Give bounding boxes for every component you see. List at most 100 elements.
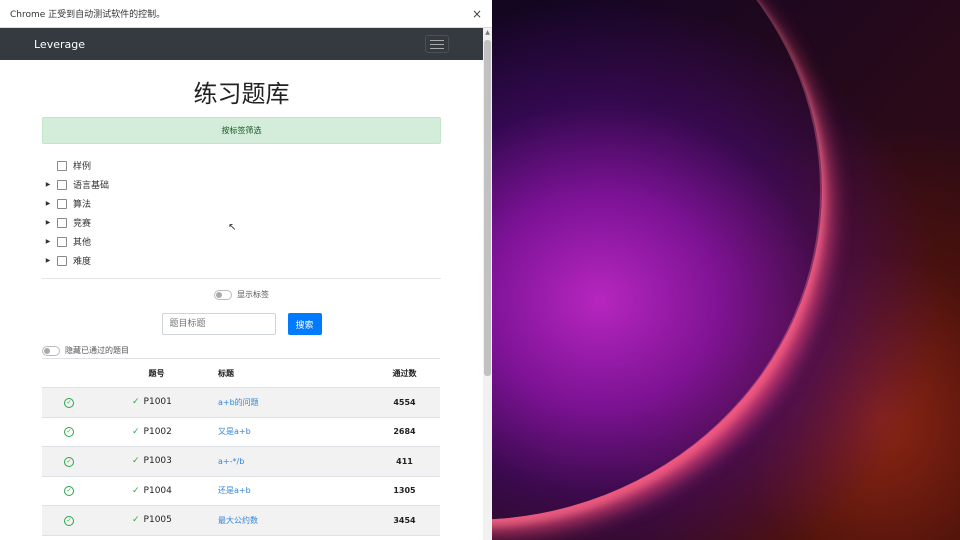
passed-count: 411	[369, 446, 440, 476]
tag-label: 其他	[73, 238, 92, 248]
automation-infobar: Chrome 正受到自动测试软件的控制。 ×	[0, 0, 492, 28]
problem-title-link[interactable]: a+b的问题	[218, 398, 259, 407]
browser-window: Chrome 正受到自动测试软件的控制。 × Leverage 练习题库 按标签…	[0, 0, 492, 540]
tag-item[interactable]: ▶ 算法	[42, 194, 441, 213]
title-cell: 又是a+b	[217, 416, 369, 447]
problem-table: 题号 标题 通过数 ✓ ✓ P1001 a+b的问题 4554 ✓ ✓ P1002 又是a+b 2…	[42, 358, 440, 540]
tag-item[interactable]: ▶ 难度	[42, 251, 441, 270]
caret-right-icon[interactable]: ▶	[42, 257, 54, 264]
table-row[interactable]: ✓ ✓ P1001 a+b的问题 4554	[42, 387, 440, 417]
search-row: 搜索	[42, 313, 441, 335]
title-cell: 最小公倍数	[217, 534, 369, 540]
number-cell: ✓ P1005	[96, 505, 217, 535]
tag-checkbox[interactable]	[57, 160, 67, 171]
search-input[interactable]	[161, 313, 276, 335]
show-tags-switch[interactable]	[214, 289, 232, 300]
passed-circle-check-icon: ✓	[64, 397, 74, 408]
tag-label: 样例	[73, 162, 92, 172]
header-status	[42, 358, 96, 388]
caret-right-icon[interactable]: ▶	[42, 181, 54, 188]
check-icon: ✓	[132, 515, 140, 526]
page-viewport: Leverage 练习题库 按标签筛选 样例 ▶ 语言基础 ▶ 算法 ▶ 竞赛 ▶ 其他 ▶ 难度 …	[0, 28, 483, 540]
passed-count: 2684	[369, 416, 440, 447]
passed-circle-check-icon: ✓	[64, 456, 74, 467]
tag-checkbox[interactable]	[57, 255, 67, 266]
table-row[interactable]: ✓ ✓ P1004 还是a+b 1305	[42, 475, 440, 506]
problem-number: P1005	[143, 515, 172, 526]
problem-number: P1002	[143, 426, 172, 437]
status-cell: ✓	[42, 416, 96, 447]
tag-label: 竞赛	[73, 219, 92, 229]
tag-checkbox[interactable]	[57, 217, 67, 228]
status-cell: ✓	[42, 534, 96, 540]
table-row[interactable]: ✓✓P1006最小公倍数2601	[42, 534, 440, 540]
tag-checkbox[interactable]	[57, 198, 67, 209]
tag-item[interactable]: ▶ 语言基础	[42, 175, 441, 194]
check-icon: ✓	[132, 485, 140, 496]
status-cell: ✓	[42, 387, 96, 417]
status-cell: ✓	[42, 446, 96, 476]
tag-item[interactable]: 样例	[42, 156, 441, 175]
problem-title-link[interactable]: 又是a+b	[218, 427, 251, 436]
title-cell: a+-*/b	[217, 446, 369, 476]
infobar-close-icon[interactable]: ×	[472, 7, 482, 21]
title-cell: 还是a+b	[217, 475, 369, 506]
passed-count: 4554	[369, 387, 440, 417]
table-row[interactable]: ✓ ✓ P1003 a+-*/b 411	[42, 446, 440, 476]
tag-item[interactable]: ▶ 其他	[42, 232, 441, 251]
hide-passed-switch[interactable]	[42, 345, 60, 356]
hide-passed-label: 隐藏已通过的题目	[65, 346, 129, 355]
tag-tree: 样例 ▶ 语言基础 ▶ 算法 ▶ 竞赛 ▶ 其他 ▶ 难度	[42, 156, 441, 279]
page-title: 练习题库	[193, 80, 290, 108]
number-cell: ✓ P1001	[96, 387, 217, 417]
header-number: 题号	[96, 358, 217, 388]
tag-item[interactable]: ▶ 竞赛	[42, 213, 441, 232]
navbar-brand[interactable]: Leverage	[34, 38, 85, 51]
tag-checkbox[interactable]	[57, 179, 67, 190]
number-cell: ✓P1006	[96, 534, 217, 540]
infobar-message: Chrome 正受到自动测试软件的控制。	[10, 10, 166, 20]
show-tags-row: 显示标签	[42, 289, 441, 300]
page-scrollbar[interactable]: ▲	[483, 28, 492, 540]
title-cell: 最大公约数	[217, 505, 369, 535]
show-tags-label: 显示标签	[237, 290, 269, 299]
number-cell: ✓ P1003	[96, 446, 217, 476]
passed-circle-check-icon: ✓	[64, 486, 74, 497]
problem-number: P1003	[143, 456, 172, 467]
scroll-up-arrow-icon[interactable]: ▲	[483, 28, 492, 38]
header-passed: 通过数	[369, 358, 440, 388]
problem-number: P1004	[143, 485, 172, 496]
number-cell: ✓ P1002	[96, 416, 217, 447]
check-icon: ✓	[132, 456, 140, 467]
mouse-cursor-icon: ↖	[228, 222, 237, 233]
caret-right-icon[interactable]: ▶	[42, 200, 54, 207]
search-button[interactable]: 搜索	[287, 313, 322, 335]
hamburger-icon[interactable]	[425, 35, 449, 53]
table-header-row: 题号 标题 通过数	[42, 358, 440, 388]
passed-count: 3454	[369, 505, 440, 535]
tag-label: 语言基础	[73, 181, 110, 191]
problem-title-link[interactable]: a+-*/b	[218, 457, 244, 466]
table-row[interactable]: ✓ ✓ P1005 最大公约数 3454	[42, 505, 440, 535]
caret-right-icon[interactable]: ▶	[42, 219, 54, 226]
header-title: 标题	[217, 358, 369, 388]
scrollbar-thumb[interactable]	[484, 40, 491, 376]
tag-checkbox[interactable]	[57, 236, 67, 247]
passed-circle-check-icon: ✓	[64, 427, 74, 438]
passed-count: 1305	[369, 475, 440, 506]
filter-banner: 按标签筛选	[42, 117, 441, 144]
tag-label: 难度	[73, 257, 92, 267]
tag-label: 算法	[73, 200, 92, 210]
problem-title-link[interactable]: 还是a+b	[218, 486, 251, 495]
check-icon: ✓	[132, 397, 140, 408]
problem-number: P1001	[143, 397, 172, 408]
title-cell: a+b的问题	[217, 387, 369, 417]
caret-right-icon[interactable]: ▶	[42, 238, 54, 245]
table-row[interactable]: ✓ ✓ P1002 又是a+b 2684	[42, 416, 440, 447]
hide-passed-row: 隐藏已通过的题目	[42, 345, 441, 356]
status-cell: ✓	[42, 505, 96, 535]
main-container: 练习题库 按标签筛选 样例 ▶ 语言基础 ▶ 算法 ▶ 竞赛 ▶ 其他 ▶ 难度 显示标签 搜索 隐…	[0, 74, 483, 540]
passed-count: 2601	[369, 534, 440, 540]
navbar: Leverage	[0, 28, 483, 60]
problem-title-link[interactable]: 最大公约数	[218, 516, 258, 525]
